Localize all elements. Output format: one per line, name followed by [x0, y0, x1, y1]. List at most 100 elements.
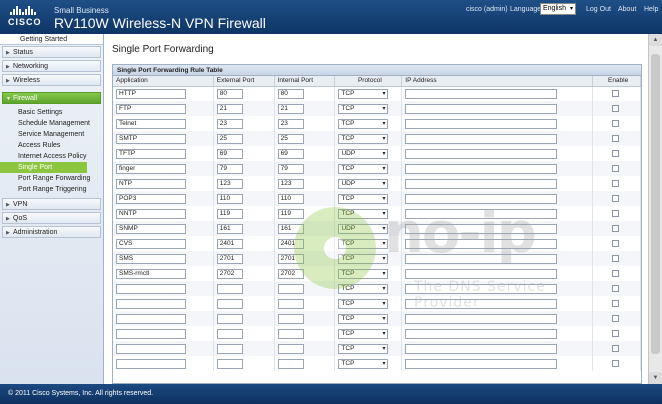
internal-port-input[interactable]: 79	[277, 163, 304, 174]
enable-checkbox[interactable]	[612, 315, 620, 322]
external-port-input[interactable]: 110	[216, 193, 243, 204]
internal-port-input[interactable]: 23	[277, 118, 304, 129]
internal-port-input[interactable]	[277, 328, 304, 339]
application-input[interactable]: CVS	[116, 238, 186, 249]
internal-port-input[interactable]	[277, 298, 304, 309]
enable-checkbox[interactable]	[612, 285, 620, 292]
internal-port-input[interactable]	[277, 358, 304, 369]
application-input[interactable]: TFTP	[116, 148, 186, 159]
ip-address-input[interactable]	[405, 358, 558, 369]
enable-checkbox[interactable]	[612, 105, 620, 112]
application-input[interactable]	[116, 313, 186, 324]
ip-address-input[interactable]	[405, 253, 558, 264]
internal-port-input[interactable]: 21	[277, 103, 304, 114]
ip-address-input[interactable]	[405, 208, 558, 219]
enable-checkbox[interactable]	[612, 165, 620, 172]
application-input[interactable]	[116, 328, 186, 339]
sidebar-section-status[interactable]: ▶ Status	[2, 46, 101, 58]
external-port-input[interactable]: 2401	[216, 238, 243, 249]
external-port-input[interactable]: 119	[216, 208, 243, 219]
external-port-input[interactable]: 80	[216, 88, 243, 99]
sidebar-item-schedule-management[interactable]: Schedule Management	[0, 118, 103, 129]
protocol-select[interactable]: TCP ▾	[338, 283, 389, 294]
enable-checkbox[interactable]	[612, 210, 620, 217]
protocol-select[interactable]: TCP ▾	[338, 238, 389, 249]
external-port-input[interactable]	[216, 358, 243, 369]
enable-checkbox[interactable]	[612, 195, 620, 202]
enable-checkbox[interactable]	[612, 135, 620, 142]
application-input[interactable]: NTP	[116, 178, 186, 189]
internal-port-input[interactable]: 110	[277, 193, 304, 204]
logout-link[interactable]: Log Out	[586, 6, 611, 13]
ip-address-input[interactable]	[405, 343, 558, 354]
ip-address-input[interactable]	[405, 148, 558, 159]
enable-checkbox[interactable]	[612, 120, 620, 127]
internal-port-input[interactable]	[277, 283, 304, 294]
enable-checkbox[interactable]	[612, 240, 620, 247]
application-input[interactable]	[116, 343, 186, 354]
application-input[interactable]	[116, 283, 186, 294]
protocol-select[interactable]: UDP ▾	[338, 223, 389, 234]
sidebar-section-networking[interactable]: ▶ Networking	[2, 60, 101, 72]
sidebar-item-port-range-forwarding[interactable]: Port Range Forwarding	[0, 173, 103, 184]
internal-port-input[interactable]: 123	[277, 178, 304, 189]
ip-address-input[interactable]	[405, 133, 558, 144]
external-port-input[interactable]: 123	[216, 178, 243, 189]
ip-address-input[interactable]	[405, 313, 558, 324]
external-port-input[interactable]	[216, 313, 243, 324]
enable-checkbox[interactable]	[612, 180, 620, 187]
protocol-select[interactable]: TCP ▾	[338, 253, 389, 264]
internal-port-input[interactable]: 119	[277, 208, 304, 219]
application-input[interactable]: SMS	[116, 253, 186, 264]
protocol-select[interactable]: UDP ▾	[338, 148, 389, 159]
sidebar-item-single-port-forwarding[interactable]: Single Port Forwarding	[0, 162, 87, 182]
external-port-input[interactable]	[216, 283, 243, 294]
language-select[interactable]: English ▾	[540, 3, 576, 15]
external-port-input[interactable]: 21	[216, 103, 243, 114]
ip-address-input[interactable]	[405, 178, 558, 189]
sidebar-item-getting-started[interactable]: Getting Started	[0, 34, 103, 45]
protocol-select[interactable]: TCP ▾	[338, 193, 389, 204]
protocol-select[interactable]: TCP ▾	[338, 208, 389, 219]
external-port-input[interactable]: 79	[216, 163, 243, 174]
scroll-up-arrow-icon[interactable]: ▲	[649, 34, 662, 46]
ip-address-input[interactable]	[405, 88, 558, 99]
protocol-select[interactable]: TCP ▾	[338, 313, 389, 324]
ip-address-input[interactable]	[405, 193, 558, 204]
application-input[interactable]: SMS-rmctl	[116, 268, 186, 279]
ip-address-input[interactable]	[405, 118, 558, 129]
external-port-input[interactable]	[216, 328, 243, 339]
application-input[interactable]: SMTP	[116, 133, 186, 144]
enable-checkbox[interactable]	[612, 360, 620, 367]
enable-checkbox[interactable]	[612, 300, 620, 307]
scroll-thumb[interactable]	[651, 54, 660, 354]
protocol-select[interactable]: TCP ▾	[338, 103, 389, 114]
protocol-select[interactable]: TCP ▾	[338, 268, 389, 279]
external-port-input[interactable]: 2702	[216, 268, 243, 279]
external-port-input[interactable]	[216, 298, 243, 309]
page-scrollbar[interactable]: ▲ ▼	[648, 34, 662, 384]
sidebar-section-administration[interactable]: ▶ Administration	[2, 226, 101, 238]
sidebar-section-vpn[interactable]: ▶ VPN	[2, 198, 101, 210]
external-port-input[interactable]: 2701	[216, 253, 243, 264]
internal-port-input[interactable]: 2401	[277, 238, 304, 249]
external-port-input[interactable]: 23	[216, 118, 243, 129]
external-port-input[interactable]: 25	[216, 133, 243, 144]
internal-port-input[interactable]: 2702	[277, 268, 304, 279]
sidebar-section-firewall[interactable]: ▼ Firewall	[2, 92, 101, 104]
internal-port-input[interactable]: 80	[277, 88, 304, 99]
protocol-select[interactable]: TCP ▾	[338, 343, 389, 354]
ip-address-input[interactable]	[405, 163, 558, 174]
sidebar-item-basic-settings[interactable]: Basic Settings	[0, 107, 103, 118]
protocol-select[interactable]: TCP ▾	[338, 298, 389, 309]
sidebar-item-service-management[interactable]: Service Management	[0, 129, 103, 140]
application-input[interactable]: POP3	[116, 193, 186, 204]
application-input[interactable]	[116, 298, 186, 309]
enable-checkbox[interactable]	[612, 150, 620, 157]
internal-port-input[interactable]: 161	[277, 223, 304, 234]
sidebar-item-access-rules[interactable]: Access Rules	[0, 140, 103, 151]
ip-address-input[interactable]	[405, 268, 558, 279]
internal-port-input[interactable]	[277, 313, 304, 324]
protocol-select[interactable]: TCP ▾	[338, 328, 389, 339]
internal-port-input[interactable]	[277, 343, 304, 354]
